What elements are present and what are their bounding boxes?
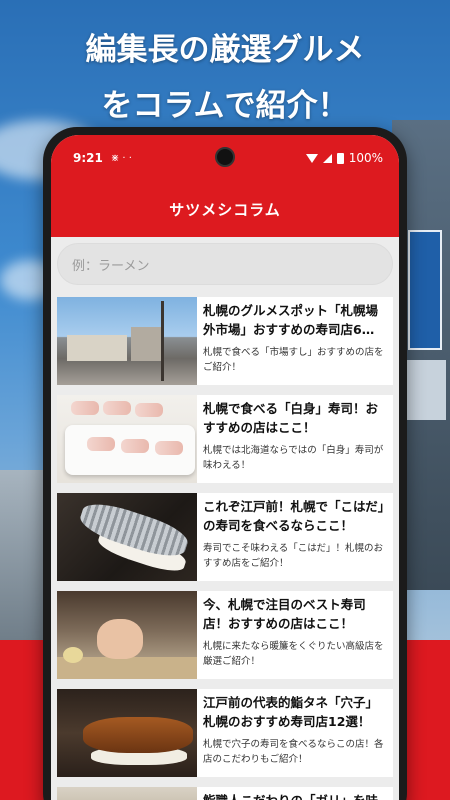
thumbnail-shape [103,401,131,415]
promo-headline: 編集長の厳選グルメ をコラムで紹介！ [0,22,450,134]
app-title: サツメシコラム [169,200,281,219]
article-card[interactable]: 札幌のグルメスポット「札幌場外市場」おすすめの寿司店6… 札幌で食べる「市場すし… [57,297,393,385]
search-input[interactable]: 例：ラーメン [57,243,393,285]
article-body: これぞ江戸前！札幌で「こはだ」の寿司を食べるならここ！ 寿司でこそ味わえる「こは… [197,493,393,581]
phone-screen: 9:21 ⋇ · · 100% サツメシコラム 例：ラーメン 札幌のグルメスポッ… [51,135,399,800]
column-list[interactable]: 例：ラーメン 札幌のグルメスポット「札幌場外市場」おすすめの寿司店6… 札幌で食… [51,237,399,800]
article-card[interactable]: 鮨職人こだわりの「ガリ」を味 [57,787,393,800]
article-card[interactable]: 今、札幌で注目のベスト寿司店！おすすめの店はここ！ 札幌に来たなら暖簾をくぐりた… [57,591,393,679]
article-body: 札幌のグルメスポット「札幌場外市場」おすすめの寿司店6… 札幌で食べる「市場すし… [197,297,393,385]
thumbnail-shape [121,439,149,453]
status-right: 100% [305,151,383,165]
article-description: 寿司でこそ味わえる「こはだ」！札幌のおすすめ店をご紹介！ [203,543,384,569]
thumbnail-shape [71,401,99,415]
article-thumbnail [57,493,197,581]
article-body: 江戸前の代表的鮨タネ「穴子」札幌のおすすめ寿司店12選！ 札幌で穴子の寿司を食べ… [197,689,393,777]
headline-line-2: をコラムで紹介！ [101,88,349,124]
phone-frame: 9:21 ⋇ · · 100% サツメシコラム 例：ラーメン 札幌のグルメスポッ… [43,127,407,800]
article-body: 札幌で食べる「白身」寿司！おすすめの店はここ！ 札幌では北海道ならではの「白身」… [197,395,393,483]
thumbnail-shape [63,647,83,663]
thumbnail-shape [155,441,183,455]
thumbnail-shape [83,717,193,753]
thumbnail-shape [67,335,127,361]
article-card[interactable]: これぞ江戸前！札幌で「こはだ」の寿司を食べるならここ！ 寿司でこそ味わえる「こは… [57,493,393,581]
article-thumbnail [57,689,197,777]
thumbnail-shape [135,403,163,417]
article-thumbnail [57,787,197,800]
article-thumbnail [57,395,197,483]
article-card[interactable]: 江戸前の代表的鮨タネ「穴子」札幌のおすすめ寿司店12選！ 札幌で穴子の寿司を食べ… [57,689,393,777]
article-body: 鮨職人こだわりの「ガリ」を味 [197,787,393,800]
status-time: 9:21 [73,151,103,165]
article-title: 札幌のグルメスポット「札幌場外市場」おすすめの寿司店6… [203,303,379,337]
app-bar: サツメシコラム [51,181,399,237]
article-thumbnail [57,591,197,679]
thumbnail-shape [87,437,115,451]
article-title: 札幌で食べる「白身」寿司！おすすめの店はここ！ [203,401,379,435]
battery-icon [336,152,344,164]
article-description: 札幌に来たなら暖簾をくぐりたい高級店を厳選ご紹介！ [203,641,384,667]
thumbnail-shape [97,619,143,659]
background-sign [408,230,442,350]
search-placeholder: 例：ラーメン [72,258,150,274]
notification-icons: ⋇ · · [110,152,132,164]
article-title: 江戸前の代表的鮨タネ「穴子」札幌のおすすめ寿司店12選！ [203,695,379,729]
article-title: これぞ江戸前！札幌で「こはだ」の寿司を食べるならここ！ [203,499,385,533]
wifi-icon [305,153,318,163]
signal-icon [322,153,332,163]
article-thumbnail [57,297,197,385]
article-description: 札幌で穴子の寿司を食べるならこの店！各店のこだわりもご紹介！ [203,739,384,765]
article-card[interactable]: 札幌で食べる「白身」寿司！おすすめの店はここ！ 札幌では北海道ならではの「白身」… [57,395,393,483]
article-title: 鮨職人こだわりの「ガリ」を味 [203,791,387,800]
camera-cutout [215,147,235,167]
thumbnail-shape [161,301,164,381]
article-description: 札幌で食べる「市場すし」おすすめの店をご紹介！ [203,347,384,373]
article-title: 今、札幌で注目のベスト寿司店！おすすめの店はここ！ [203,597,366,631]
battery-percent: 100% [348,151,383,165]
status-bar: 9:21 ⋇ · · 100% [51,135,399,181]
article-body: 今、札幌で注目のベスト寿司店！おすすめの店はここ！ 札幌に来たなら暖簾をくぐりた… [197,591,393,679]
headline-line-1: 編集長の厳選グルメ [85,32,365,68]
background-sign [406,360,446,420]
thumbnail-shape [131,327,161,361]
article-description: 札幌では北海道ならではの「白身」寿司が味わえる！ [203,445,384,471]
